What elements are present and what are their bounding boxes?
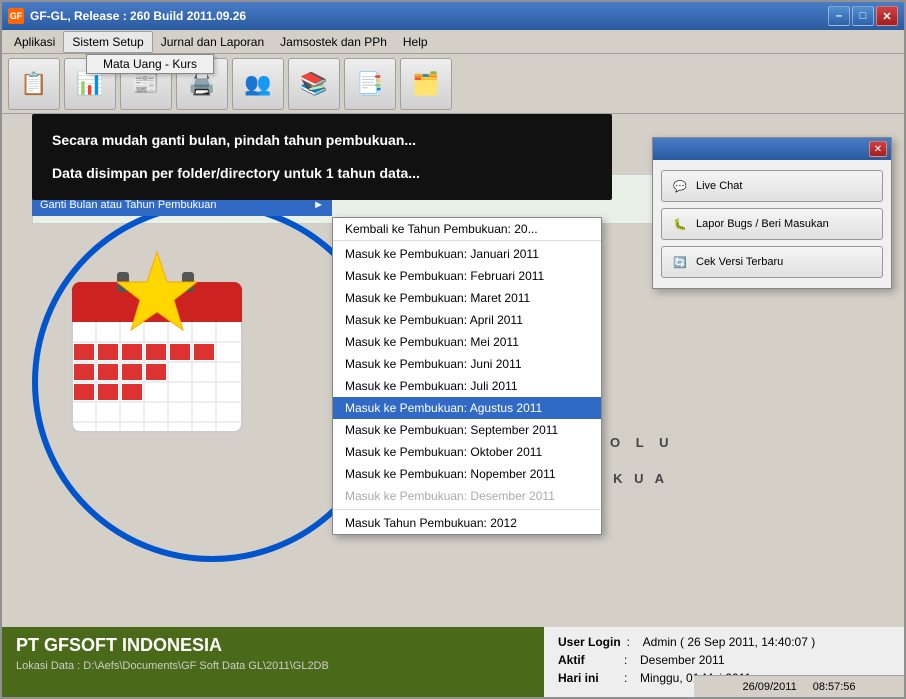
- lapor-bugs-label: Lapor Bugs / Beri Masukan: [696, 218, 829, 230]
- submenu-mata-uang-label: Mata Uang - Kurs: [103, 57, 197, 71]
- toolbar-btn-8[interactable]: 🗂️: [400, 58, 452, 110]
- dropdown-item-jul[interactable]: Masuk ke Pembukuan: Juli 2011: [333, 375, 601, 397]
- user-login-row: User Login : Admin ( 26 Sep 2011, 14:40:…: [558, 635, 890, 649]
- dropdown-item-apr[interactable]: Masuk ke Pembukuan: April 2011: [333, 309, 601, 331]
- live-chat-label: Live Chat: [696, 180, 742, 192]
- dropdown-item-nov[interactable]: Masuk ke Pembukuan: Nopember 2011: [333, 463, 601, 485]
- app-icon: GF: [8, 8, 24, 24]
- hari-label: Hari ini: [558, 671, 618, 685]
- toolbar-btn-1[interactable]: 📋: [8, 58, 60, 110]
- dropdown-item-mar[interactable]: Masuk ke Pembukuan: Maret 2011: [333, 287, 601, 309]
- toolbar-icon-4: 🖨️: [188, 73, 215, 95]
- menu-help[interactable]: Help: [395, 32, 436, 52]
- close-button[interactable]: ✕: [876, 6, 898, 26]
- toolbar-btn-7[interactable]: 📑: [344, 58, 396, 110]
- lapor-bugs-icon: 🐛: [670, 214, 690, 234]
- cek-versi-label: Cek Versi Terbaru: [696, 256, 783, 268]
- toolbar-btn-6[interactable]: 📚: [288, 58, 340, 110]
- user-login-value: Admin ( 26 Sep 2011, 14:40:07 ): [643, 635, 816, 649]
- lokasi-value: D:\Aefs\Documents\GF Soft Data GL\2011\G…: [83, 660, 329, 672]
- tooltip-line2: Data disimpan per folder/directory untuk…: [52, 163, 592, 184]
- dropdown-item-jan[interactable]: Masuk ke Pembukuan: Januari 2011: [333, 243, 601, 265]
- dialog-box: ✕ 💬 Live Chat 🐛 Lapor Bugs / Beri Masuka…: [652, 137, 892, 289]
- calendar-icon: [52, 242, 262, 465]
- main-window: GF GF-GL, Release : 260 Build 2011.09.26…: [0, 0, 906, 699]
- status-time: 08:57:56: [813, 681, 856, 693]
- window-title: GF-GL, Release : 260 Build 2011.09.26: [30, 9, 246, 23]
- title-bar: GF GF-GL, Release : 260 Build 2011.09.26…: [2, 2, 904, 30]
- dropdown-kembali-label: Kembali ke Tahun Pembukuan: 20...: [345, 222, 538, 236]
- lapor-bugs-button[interactable]: 🐛 Lapor Bugs / Beri Masukan: [661, 208, 883, 240]
- dialog-close-button[interactable]: ✕: [869, 141, 887, 157]
- dropdown-item-jun[interactable]: Masuk ke Pembukuan: Juni 2011: [333, 353, 601, 375]
- toolbar-icon-7: 📑: [356, 73, 383, 95]
- menu-jurnal-laporan[interactable]: Jurnal dan Laporan: [153, 32, 272, 52]
- title-bar-left: GF GF-GL, Release : 260 Build 2011.09.26: [8, 8, 246, 24]
- dropdown-kembali[interactable]: Kembali ke Tahun Pembukuan: 20...: [333, 218, 601, 241]
- menu-aplikasi[interactable]: Aplikasi: [6, 32, 63, 52]
- dropdown-item-sep[interactable]: Masuk ke Pembukuan: September 2011: [333, 419, 601, 441]
- tooltip-line1: Secara mudah ganti bulan, pindah tahun p…: [52, 130, 592, 151]
- toolbar-icon-8: 🗂️: [412, 73, 439, 95]
- menu-bar: Aplikasi Sistem Setup Jurnal dan Laporan…: [2, 30, 904, 54]
- dropdown-item-ags[interactable]: Masuk ke Pembukuan: Agustus 2011: [333, 397, 601, 419]
- submenu-mata-uang[interactable]: Mata Uang - Kurs: [86, 54, 214, 74]
- toolbar-icon-1: 📋: [20, 73, 47, 95]
- toolbar-icon-2: 📊: [76, 73, 103, 95]
- cek-versi-button[interactable]: 🔄 Cek Versi Terbaru: [661, 246, 883, 278]
- company-name: PT GFSOFT INDONESIA: [16, 635, 530, 656]
- aktif-value: Desember 2011: [640, 653, 725, 667]
- title-bar-controls: – □ ✕: [828, 6, 898, 26]
- aktif-row: Aktif : Desember 2011: [558, 653, 890, 667]
- dropdown-item-okt[interactable]: Masuk ke Pembukuan: Oktober 2011: [333, 441, 601, 463]
- live-chat-icon: 💬: [670, 176, 690, 196]
- ganti-bulan-label: Ganti Bulan atau Tahun Pembukuan: [40, 199, 217, 211]
- toolbar-btn-5[interactable]: 👥: [232, 58, 284, 110]
- lokasi-data: Lokasi Data : D:\Aefs\Documents\GF Soft …: [16, 660, 530, 672]
- dropdown-item-mei[interactable]: Masuk ke Pembukuan: Mei 2011: [333, 331, 601, 353]
- menu-jamsostek[interactable]: Jamsostek dan PPh: [272, 32, 395, 52]
- dialog-title-bar: ✕: [653, 138, 891, 160]
- toolbar-icon-5: 👥: [244, 73, 271, 95]
- toolbar-icon-6: 📚: [300, 73, 327, 95]
- dropdown-item-des: Masuk ke Pembukuan: Desember 2011: [333, 485, 601, 507]
- toolbar-icon-3: 📰: [132, 73, 159, 95]
- lokasi-label: Lokasi Data :: [16, 660, 80, 672]
- dropdown-menu: Kembali ke Tahun Pembukuan: 20... Masuk …: [332, 217, 602, 535]
- bottom-datetime-bar: 26/09/2011 08:57:56: [694, 675, 904, 697]
- dropdown-item-tahun2012[interactable]: Masuk Tahun Pembukuan: 2012: [333, 512, 601, 534]
- ganti-bulan-arrow: ►: [313, 199, 324, 211]
- status-left: PT GFSOFT INDONESIA Lokasi Data : D:\Aef…: [2, 627, 544, 697]
- dropdown-separator: [333, 509, 601, 510]
- aktif-label: Aktif: [558, 653, 618, 667]
- maximize-button[interactable]: □: [852, 6, 874, 26]
- cek-versi-icon: 🔄: [670, 252, 690, 272]
- minimize-button[interactable]: –: [828, 6, 850, 26]
- live-chat-button[interactable]: 💬 Live Chat: [661, 170, 883, 202]
- menu-sistem-setup[interactable]: Sistem Setup: [63, 31, 152, 53]
- dropdown-item-feb[interactable]: Masuk ke Pembukuan: Februari 2011: [333, 265, 601, 287]
- user-login-label: User Login: [558, 635, 621, 649]
- status-date: 26/09/2011: [742, 681, 796, 693]
- tooltip-box: Secara mudah ganti bulan, pindah tahun p…: [32, 114, 612, 200]
